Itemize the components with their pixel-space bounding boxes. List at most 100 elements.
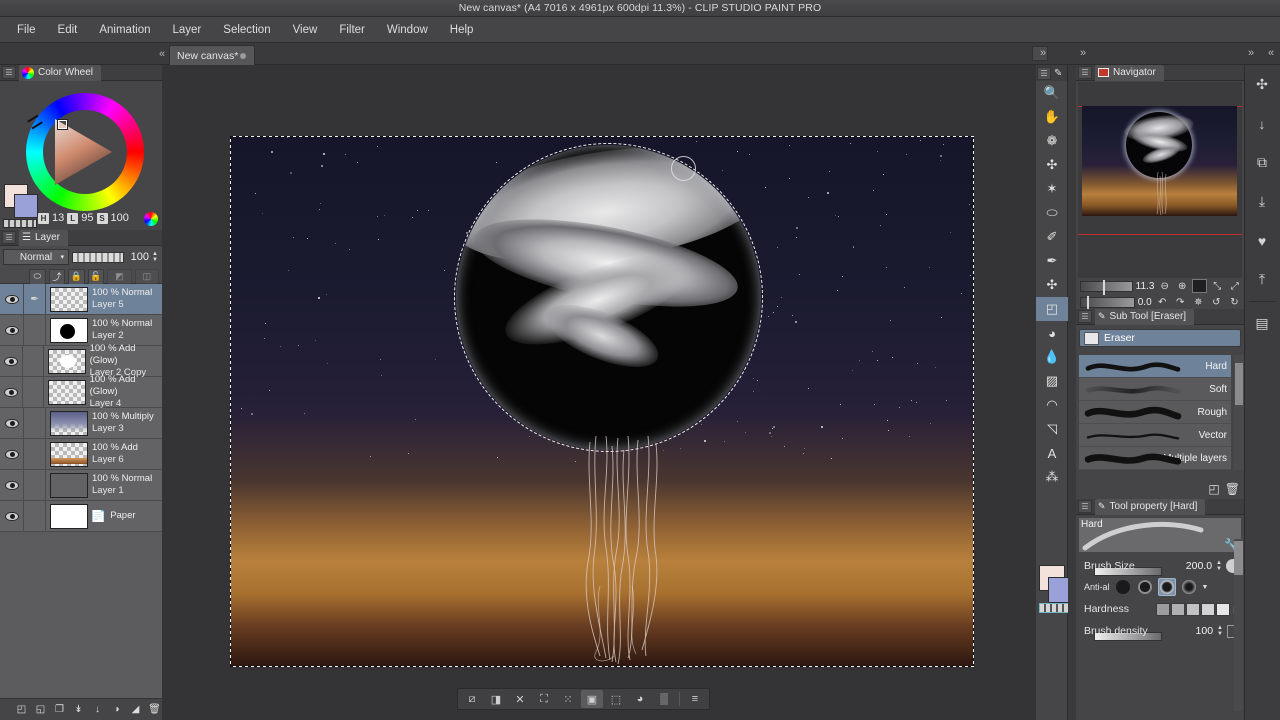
clip-mask-icon[interactable]: ◢	[128, 702, 143, 717]
gradient-tool[interactable]: ▨	[1036, 369, 1068, 393]
menu-edit[interactable]: Edit	[47, 20, 89, 40]
sub-tool-menu-icon[interactable]: ☰	[1078, 310, 1092, 323]
zoom-tool[interactable]: 🔍	[1036, 81, 1068, 105]
scale-selection-icon[interactable]: ⬚	[605, 690, 627, 708]
left-dock-chevron-icon[interactable]: »	[1040, 47, 1046, 59]
new-subtool-icon[interactable]: ◰	[1208, 482, 1219, 496]
cancel-selection-icon[interactable]: ⧄	[461, 690, 483, 708]
canvas-area[interactable]: ⧄ ◨ ✕ ⛶ ⁙ ▣ ⬚ ◕ ▒ ≡	[162, 65, 1036, 720]
rotate-tool[interactable]: ❁	[1036, 129, 1068, 153]
fill-tool[interactable]: ◕	[1036, 321, 1068, 345]
zoom-slider[interactable]	[1080, 279, 1133, 295]
color-picker-cursor[interactable]	[57, 119, 68, 130]
far-right-chevron-icon[interactable]: »	[1248, 47, 1254, 59]
document-tab-new-canvas[interactable]: New canvas*	[169, 45, 255, 65]
folder-favorite-icon[interactable]: ♥	[1245, 221, 1279, 260]
ellipse-select-tool[interactable]: ⬭	[1036, 201, 1068, 225]
rotation-slider[interactable]	[1080, 295, 1135, 311]
sub-tool-item[interactable]: Vector	[1079, 424, 1231, 447]
folder-import-icon[interactable]: ⤓	[1245, 182, 1279, 221]
hardness-options[interactable]	[1155, 602, 1230, 616]
sub-tool-item[interactable]: Multiple layers	[1079, 447, 1231, 470]
move-layer-tool[interactable]: ✣	[1036, 153, 1068, 177]
sub-tool-item[interactable]: Soft	[1079, 378, 1231, 401]
navigator-tab[interactable]: Navigator	[1095, 64, 1164, 81]
tool-palette-menu-icon[interactable]: ☰	[1037, 66, 1051, 80]
antialias-option-1[interactable]	[1136, 578, 1154, 596]
hardness-option-1[interactable]	[1170, 602, 1185, 616]
menu-layer[interactable]: Layer	[162, 20, 213, 40]
layer-row[interactable]: 100 % Normal Layer 1	[0, 469, 162, 501]
sub-tool-list[interactable]: Hard Soft Rough Vector Multiple layers	[1079, 355, 1231, 470]
rotate-left-button[interactable]: ↶	[1155, 295, 1170, 309]
antialias-row[interactable]: Anti-al ▼	[1076, 576, 1244, 598]
tab-collapse-icon[interactable]: «	[155, 47, 169, 61]
figure-tool[interactable]: ✣	[1036, 273, 1068, 297]
layer-visibility-toggle[interactable]	[0, 283, 24, 315]
text-tool[interactable]: A	[1036, 441, 1068, 465]
navigator-view[interactable]	[1078, 82, 1242, 278]
hardness-row[interactable]: Hardness ▶	[1076, 598, 1244, 620]
sub-tool-item[interactable]: Rough	[1079, 401, 1231, 424]
antialias-option-2[interactable]	[1157, 578, 1176, 596]
layer-visibility-toggle[interactable]	[0, 407, 24, 439]
delete-subtool-icon[interactable]: 🗑	[1225, 482, 1240, 496]
layer-row[interactable]: 100 % Add (Glow) Layer 2 Copy	[0, 343, 162, 378]
tool-property-tab[interactable]: ✎ Tool property [Hard]	[1095, 498, 1206, 515]
lock-layer-icon[interactable]: 🔒	[68, 268, 85, 285]
sub-tool-selected-group[interactable]: Eraser	[1079, 329, 1241, 347]
folder-copy-icon[interactable]: ⧉	[1245, 143, 1279, 182]
layer-row[interactable]: ✒ 100 % Normal Layer 5	[0, 283, 162, 315]
launcher-drag-handle[interactable]: ≡	[684, 690, 706, 708]
crop-selection-icon[interactable]: ▣	[581, 690, 603, 708]
layer-visibility-toggle[interactable]	[0, 500, 24, 532]
decoration-tool[interactable]: ◠	[1036, 393, 1068, 417]
sub-tool-scroll-thumb[interactable]	[1235, 363, 1243, 405]
document-canvas[interactable]	[230, 136, 974, 667]
folder-down-icon[interactable]: ↓	[1245, 104, 1279, 143]
tool-property-scrollbar[interactable]	[1234, 539, 1243, 711]
layer-row[interactable]: 100 % Add Layer 6	[0, 438, 162, 470]
antialias-option-0[interactable]	[1114, 578, 1132, 596]
menu-window[interactable]: Window	[376, 20, 439, 40]
zoom-out-button[interactable]: ⊖	[1157, 279, 1171, 293]
balloon-tool[interactable]: ⁂	[1036, 465, 1068, 489]
clip-to-layer-icon[interactable]: ⬭	[29, 268, 46, 285]
layer-visibility-toggle[interactable]	[0, 345, 23, 377]
rotate-cw-button[interactable]: ↻	[1227, 295, 1242, 309]
menu-filter[interactable]: Filter	[328, 20, 376, 40]
menu-file[interactable]: File	[6, 20, 47, 40]
layer-row[interactable]: 100 % Multiply Layer 3	[0, 407, 162, 439]
mask-enable-icon[interactable]: ◩	[107, 268, 132, 285]
right-dock-chevron-icon[interactable]: »	[1080, 47, 1086, 59]
antialias-option-3[interactable]	[1180, 578, 1198, 596]
layer-row[interactable]: 📄 Paper	[0, 500, 162, 532]
tab-modified-dot[interactable]	[240, 52, 246, 59]
hardness-option-4[interactable]	[1215, 602, 1230, 616]
expand-selection-icon[interactable]: ⛶	[533, 690, 555, 708]
layer-visibility-toggle[interactable]	[0, 376, 23, 408]
rotate-ccw-button[interactable]: ↺	[1209, 295, 1224, 309]
folder-move-icon[interactable]: ✣	[1245, 65, 1279, 104]
sub-tool-item[interactable]: Hard	[1079, 355, 1231, 378]
navigator-menu-icon[interactable]: ☰	[1078, 66, 1092, 79]
menu-help[interactable]: Help	[439, 20, 485, 40]
select-border-icon[interactable]: ⁙	[557, 690, 579, 708]
brush-density-stepper[interactable]: ▲ ▼	[1217, 625, 1223, 637]
layer-panel-menu-icon[interactable]: ☰	[2, 231, 16, 244]
eraser-tool[interactable]: ◰	[1036, 297, 1068, 321]
blend-tool[interactable]: 💧	[1036, 345, 1068, 369]
hardness-option-0[interactable]	[1155, 602, 1170, 616]
lock-transparency-icon[interactable]: 🔓	[87, 268, 105, 285]
select-tool[interactable]: ✶	[1036, 177, 1068, 201]
background-color-swatch[interactable]	[14, 194, 38, 218]
menu-selection[interactable]: Selection	[212, 20, 281, 40]
selection-launcher[interactable]: ⧄ ◨ ✕ ⛶ ⁙ ▣ ⬚ ◕ ▒ ≡	[457, 688, 710, 710]
menu-animation[interactable]: Animation	[88, 20, 161, 40]
new-raster-layer-icon[interactable]: ◰	[14, 702, 29, 717]
layer-visibility-toggle[interactable]	[0, 314, 24, 346]
layer-row[interactable]: 100 % Add (Glow) Layer 4	[0, 374, 162, 409]
delete-layer-icon[interactable]: 🗑	[147, 702, 162, 717]
layer-row[interactable]: 100 % Normal Layer 2	[0, 314, 162, 346]
hardness-option-3[interactable]	[1200, 602, 1215, 616]
